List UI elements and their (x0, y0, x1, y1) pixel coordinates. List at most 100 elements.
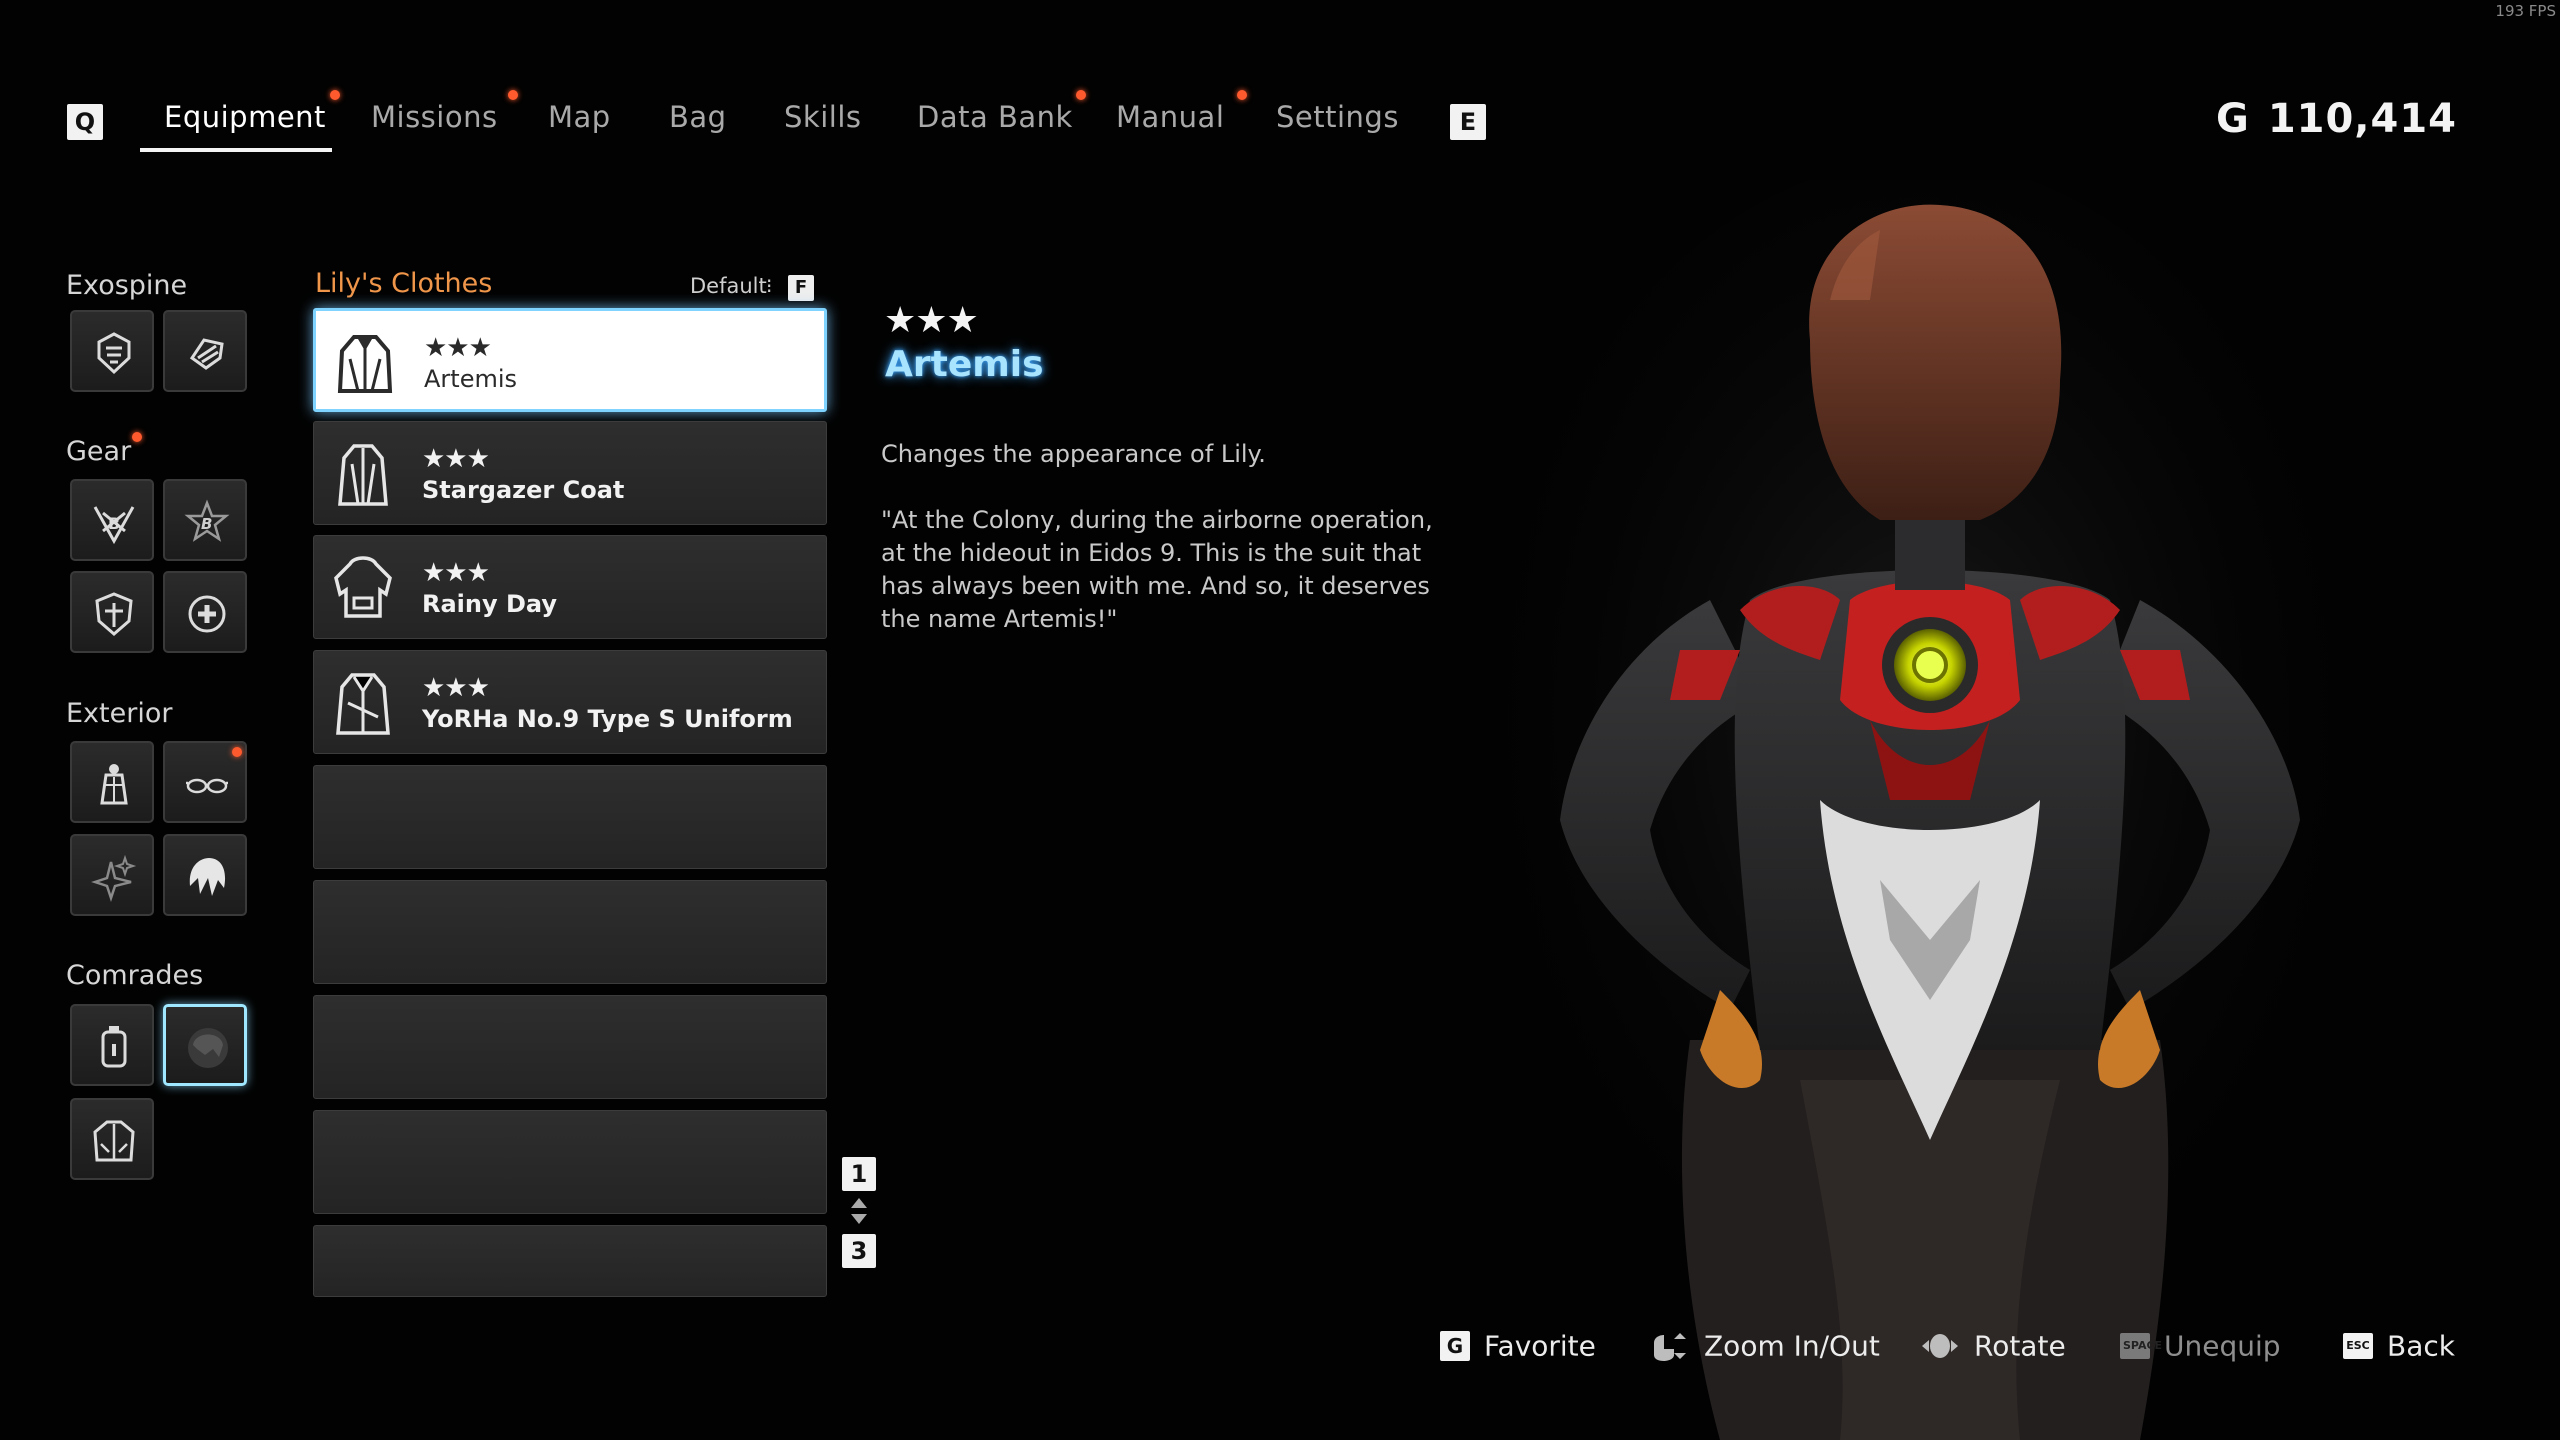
glasses-icon (186, 778, 228, 794)
tab-manual-notification-dot (1237, 90, 1247, 100)
unequip-key: SPACE (2120, 1333, 2162, 1359)
outfit-icon (100, 764, 128, 805)
gear-slot-1[interactable]: B (70, 479, 154, 561)
tab-data-bank[interactable]: Data Bank (917, 100, 1073, 134)
gear-slot-3[interactable] (70, 571, 154, 653)
svg-text:B: B (108, 514, 120, 533)
svg-text:B: B (201, 515, 212, 533)
hoodie-icon (334, 556, 392, 618)
page-scroll-arrows-icon[interactable] (849, 1196, 869, 1226)
detail-rarity-stars: ★★★ (884, 300, 979, 341)
next-tab-key[interactable]: E (1450, 104, 1486, 140)
favorite-prompt[interactable]: G Favorite (1440, 1328, 1596, 1363)
list-title: Lily's Clothes (315, 268, 493, 299)
empty-slot (313, 1110, 827, 1214)
artemis-outfit-icon (337, 335, 393, 393)
tab-bag[interactable]: Bag (669, 100, 727, 134)
detail-flavor-text: "At the Colony, during the airborne oper… (881, 506, 1433, 633)
tab-skills[interactable]: Skills (784, 100, 861, 134)
exospine-shield-icon (97, 332, 131, 375)
clothes-item-artemis[interactable]: ★★★ Artemis (313, 308, 827, 412)
mouse-drag-icon (1922, 1334, 1958, 1358)
hair-icon (189, 858, 226, 896)
item-rarity-stars: ★★★ (422, 558, 490, 588)
empty-slot (313, 1225, 827, 1297)
tab-missions-notification-dot (508, 90, 518, 100)
gear-medkit-icon (188, 595, 226, 633)
zoom-label: Zoom In/Out (1704, 1329, 1880, 1363)
unequip-prompt[interactable]: SPACEUnequip (2120, 1328, 2281, 1363)
detail-description: Changes the appearance of Lily. (881, 440, 1266, 468)
clothes-item-stargazer-coat[interactable]: ★★★ Stargazer Coat (313, 421, 827, 525)
item-name: Rainy Day (422, 590, 558, 618)
coat-icon (338, 444, 388, 506)
glasses-notification-dot (232, 747, 242, 757)
comrade-portrait-icon (188, 1028, 228, 1068)
top-nav: Q Equipment Missions Map Bag Skills Data… (0, 0, 2560, 170)
prev-tab-key[interactable]: Q (67, 104, 103, 140)
category-exterior-label: Exterior (66, 698, 173, 729)
empty-slot (313, 765, 827, 869)
gear-notification-dot (132, 432, 142, 442)
comrade-slot-3[interactable] (70, 1098, 154, 1180)
exospine-spiral-icon (189, 338, 224, 370)
tab-settings[interactable]: Settings (1276, 100, 1399, 134)
active-tab-underline (140, 148, 332, 152)
tab-equipment[interactable]: Equipment (164, 100, 326, 134)
tab-manual[interactable]: Manual (1116, 100, 1224, 134)
category-comrades-label: Comrades (66, 960, 204, 991)
favorite-label: Favorite (1484, 1329, 1596, 1363)
item-rarity-stars: ★★★ (422, 673, 490, 703)
gear-slot-4[interactable] (163, 571, 247, 653)
page-current: 1 (842, 1157, 876, 1191)
currency-symbol: G (2215, 96, 2250, 142)
comrade-slot-1[interactable] (70, 1004, 154, 1086)
sort-key[interactable]: F (788, 275, 814, 301)
rotate-prompt[interactable]: Rotate (1920, 1328, 2066, 1363)
item-rarity-stars: ★★★ (424, 333, 492, 363)
gear-slot-2[interactable]: B (163, 479, 247, 561)
tab-data-bank-notification-dot (1076, 90, 1086, 100)
exterior-slot-outfit[interactable] (70, 741, 154, 823)
empty-slot (313, 880, 827, 984)
exterior-slot-sparkle[interactable] (70, 834, 154, 916)
sort-toggle-icon: ⁝ (766, 274, 773, 298)
tab-missions[interactable]: Missions (371, 100, 498, 134)
item-name: Stargazer Coat (422, 476, 625, 504)
exterior-slot-hair[interactable] (163, 834, 247, 916)
zoom-prompt[interactable]: Zoom In/Out (1650, 1328, 1880, 1363)
item-rarity-stars: ★★★ (422, 444, 490, 474)
item-name: YoRHa No.9 Type S Uniform (422, 705, 793, 733)
back-label: Back (2387, 1329, 2455, 1363)
clothes-item-rainy-day[interactable]: ★★★ Rainy Day (313, 535, 827, 639)
back-key: ESC (2343, 1333, 2373, 1359)
exospine-slot-2[interactable] (163, 310, 247, 392)
detail-item-name: Artemis (885, 344, 1044, 385)
character-model[interactable] (1500, 180, 2400, 1440)
item-name: Artemis (424, 365, 518, 393)
empty-slot (313, 995, 827, 1099)
mouse-wheel-icon (1654, 1333, 1686, 1361)
jacket-icon (93, 1120, 135, 1162)
currency-display: G 110,414 (2216, 96, 2457, 142)
favorite-key: G (1440, 1331, 1470, 1361)
rotate-label: Rotate (1974, 1329, 2066, 1363)
category-exospine-label: Exospine (66, 270, 188, 301)
page-total: 3 (842, 1234, 876, 1268)
back-prompt[interactable]: ESC Back (2343, 1328, 2455, 1363)
exospine-slot-1[interactable] (70, 310, 154, 392)
sort-label[interactable]: Default (690, 274, 767, 298)
sparkle-icon (91, 854, 137, 902)
gear-wings-icon: B (93, 506, 135, 545)
clothes-item-yorha-uniform[interactable]: ★★★ YoRHa No.9 Type S Uniform (313, 650, 827, 754)
comrade-slot-2-selected[interactable] (163, 1004, 247, 1086)
unequip-label: Unequip (2164, 1329, 2281, 1363)
gear-shield-icon (95, 592, 133, 636)
category-gear-label: Gear (66, 436, 132, 467)
uniform-icon (336, 673, 390, 735)
tab-map[interactable]: Map (548, 100, 611, 134)
currency-amount: 110,414 (2267, 96, 2457, 142)
device-icon (101, 1026, 127, 1068)
gear-star-b-icon: B (184, 499, 230, 542)
tab-equipment-notification-dot (330, 90, 340, 100)
